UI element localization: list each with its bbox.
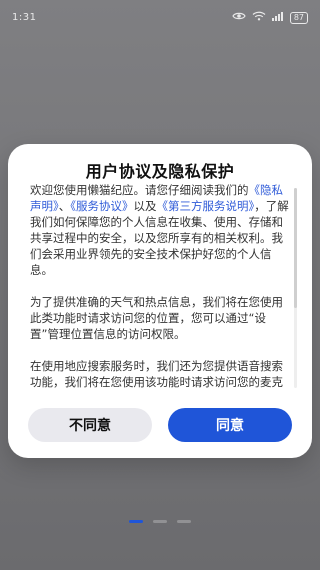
dialog-content[interactable]: 欢迎您使用懒猫纪应。请您仔细阅读我们的《隐私声明》、《服务协议》以及《第三方服务… <box>30 182 290 392</box>
page-dot-3 <box>177 520 191 523</box>
paragraph-text: 、 <box>58 199 71 213</box>
status-time: 1:31 <box>12 12 37 23</box>
status-icons: 87 <box>232 11 308 24</box>
privacy-paragraph-3: 在使用地应搜索服务时，我们还为您提供语音搜索功能，我们将在您使用该功能时请求访问… <box>30 359 283 392</box>
privacy-dialog: 用户协议及隐私保护 欢迎您使用懒猫纪应。请您仔细阅读我们的《隐私声明》、《服务协… <box>8 144 312 458</box>
service-agreement-link[interactable]: 《服务协议》 <box>70 199 133 213</box>
decline-button[interactable]: 不同意 <box>28 408 152 442</box>
status-bar: 1:31 87 <box>0 0 320 36</box>
privacy-paragraph-2: 为了提供准确的天气和热点信息，我们将在您使用此类功能时请求访问您的位置，您可以通… <box>30 295 283 341</box>
paragraph-text: 以及 <box>133 199 157 213</box>
page-indicator <box>0 520 320 523</box>
eye-icon <box>232 11 246 24</box>
page-dot-2 <box>153 520 167 523</box>
third-party-services-link[interactable]: 《第三方服务说明》 <box>157 199 255 213</box>
page-dot-1 <box>129 520 143 523</box>
signal-icon <box>271 11 284 24</box>
privacy-paragraph-1: 欢迎您使用懒猫纪应。请您仔细阅读我们的《隐私声明》、《服务协议》以及《第三方服务… <box>30 182 290 278</box>
agree-button[interactable]: 同意 <box>168 408 292 442</box>
battery-icon: 87 <box>289 11 308 24</box>
paragraph-text: 欢迎您使用懒猫纪应。请您仔细阅读我们的 <box>30 183 249 197</box>
scrollbar[interactable] <box>294 188 297 388</box>
dialog-title: 用户协议及隐私保护 <box>85 162 235 181</box>
scrollbar-thumb[interactable] <box>294 188 297 308</box>
wifi-icon <box>252 11 266 24</box>
